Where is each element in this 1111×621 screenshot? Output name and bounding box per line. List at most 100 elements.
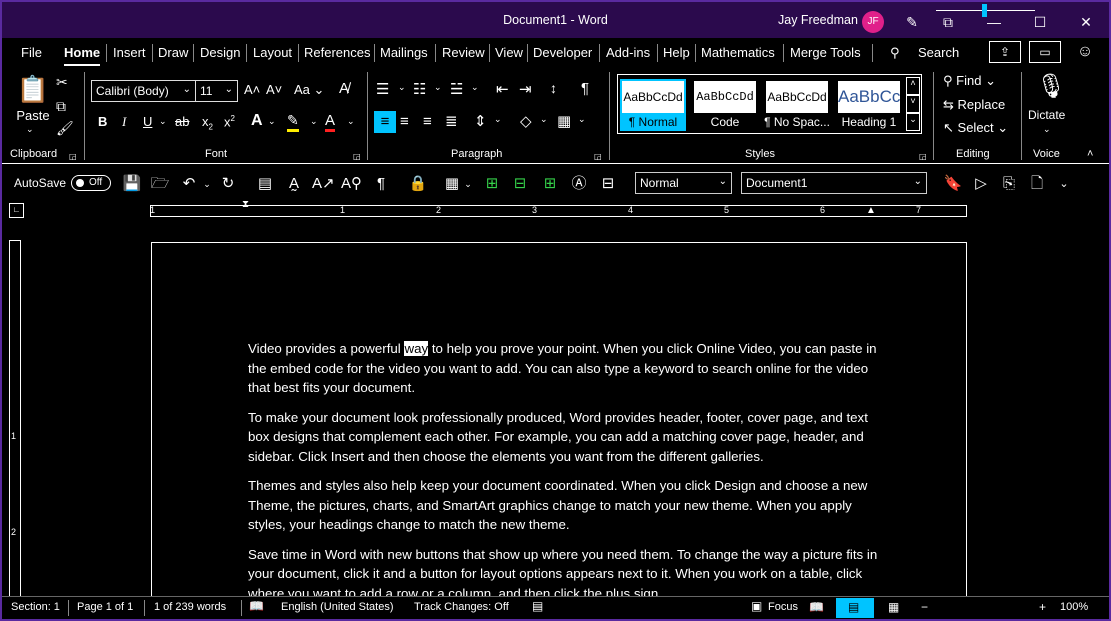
italic-icon[interactable]: I <box>122 114 126 130</box>
superscript-icon[interactable]: x2 <box>224 114 235 129</box>
sort-icon[interactable]: ↕ <box>550 80 557 96</box>
zoom-level[interactable]: 100% <box>1060 601 1088 613</box>
document-body[interactable]: Video provides a powerful way to help yo… <box>248 339 878 598</box>
smiley-feedback-icon[interactable]: ☺ <box>1074 41 1096 63</box>
multilevel-list-icon[interactable]: ☱ <box>450 80 463 98</box>
chevron-down-icon[interactable]: ⌄ <box>494 114 502 125</box>
grow-font-icon[interactable]: A˄ <box>244 82 260 97</box>
font-color-icon[interactable]: A <box>325 112 336 132</box>
document-properties-icon[interactable]: ▤ <box>255 174 275 194</box>
horizontal-ruler[interactable]: 1 1 2 3 4 5 6 7 ⧗ ▲ <box>150 199 967 217</box>
insert-row-icon[interactable]: ⊞ <box>482 174 502 194</box>
focus-button[interactable]: Focus <box>768 601 798 613</box>
zoom-in-button[interactable]: + <box>1039 600 1046 614</box>
chevron-down-icon[interactable]: ⌄ <box>434 82 442 93</box>
chevron-down-icon[interactable]: ⌄ <box>310 116 318 127</box>
customize-toolbar-icon[interactable]: ⌄ <box>1054 174 1074 194</box>
zoom-slider-thumb[interactable] <box>982 4 987 17</box>
collapse-ribbon-icon[interactable]: ˄ <box>1087 148 1093 160</box>
open-folder-icon[interactable]: 🗁 <box>150 174 170 194</box>
paragraph[interactable]: To make your document look professionall… <box>248 408 878 467</box>
align-left-icon[interactable]: ≡ <box>374 111 396 133</box>
zoom-out-button[interactable]: − <box>921 600 928 614</box>
paragraph[interactable]: Save time in Word with new buttons that … <box>248 545 878 599</box>
tab-help[interactable]: Help <box>663 45 690 60</box>
tab-mailings[interactable]: Mailings <box>380 45 428 60</box>
pen-icon[interactable]: ✎ <box>900 10 924 34</box>
comments-icon[interactable]: ▭ <box>1029 41 1061 63</box>
search-icon[interactable]: ⚲ <box>890 45 900 61</box>
undo-icon[interactable]: ↶ <box>179 174 199 194</box>
text-effects-icon[interactable]: A <box>251 112 263 130</box>
styles-scroll-up-icon[interactable]: ˄ <box>906 77 920 95</box>
right-indent-marker-icon[interactable]: ▲ <box>866 205 876 216</box>
page-indicator[interactable]: Page 1 of 1 <box>77 601 133 613</box>
dictate-button[interactable]: Dictate <box>1028 108 1065 122</box>
restore-display-icon[interactable]: ⧉ <box>936 10 960 34</box>
bold-icon[interactable]: B <box>98 114 107 129</box>
tab-selector-icon[interactable]: ∟ <box>9 203 24 218</box>
dialog-launcher-icon[interactable]: ◲ <box>919 152 927 161</box>
split-table-icon[interactable]: ⊟ <box>598 174 618 194</box>
paragraph-marks-icon[interactable]: ¶ <box>371 174 391 194</box>
style-normal[interactable]: AaBbCcDd ¶ Normal <box>620 79 686 131</box>
tab-references[interactable]: References <box>304 45 370 60</box>
chevron-down-icon[interactable]: ⌄ <box>398 82 406 93</box>
lock-icon[interactable]: 🔒 <box>408 174 428 194</box>
paragraph[interactable]: Themes and styles also help keep your do… <box>248 476 878 535</box>
find-button[interactable]: ⚲ Find ⌄ <box>943 73 996 89</box>
paragraph[interactable]: Video provides a powerful way to help yo… <box>248 339 878 398</box>
tab-mathematics[interactable]: Mathematics <box>701 45 775 60</box>
style-code[interactable]: AaBbCcDd Code <box>692 79 758 131</box>
justify-icon[interactable]: ≣ <box>445 111 458 133</box>
chevron-down-icon[interactable]: ⌄ <box>458 174 478 194</box>
chevron-down-icon[interactable]: ⌄ <box>268 116 276 127</box>
dialog-launcher-icon[interactable]: ◲ <box>353 152 361 161</box>
section-indicator[interactable]: Section: 1 <box>11 601 60 613</box>
read-mode-button[interactable]: 📖 <box>798 598 836 618</box>
clear-formatting-icon[interactable]: A̸ <box>339 80 349 97</box>
merge-cells-icon[interactable]: ⊞ <box>540 174 560 194</box>
autosave-toggle[interactable]: Off <box>71 175 111 191</box>
spelling-icon[interactable]: A̰ <box>284 174 304 194</box>
underline-icon[interactable]: U <box>143 114 152 129</box>
show-formatting-marks-icon[interactable]: ¶ <box>581 80 589 97</box>
tab-review[interactable]: Review <box>442 45 485 60</box>
tab-developer[interactable]: Developer <box>533 45 592 60</box>
align-center-icon[interactable]: ≡ <box>400 111 409 133</box>
borders-icon[interactable]: ▦ <box>557 111 571 133</box>
copy-icon[interactable]: ⧉ <box>56 98 66 115</box>
word-count[interactable]: 1 of 239 words <box>154 601 226 613</box>
focus-icon[interactable]: ▣ <box>751 599 762 613</box>
select-button[interactable]: ↖ Select ⌄ <box>943 120 1008 136</box>
cut-icon[interactable]: ✂ <box>56 74 68 91</box>
track-changes-indicator[interactable]: Track Changes: Off <box>414 601 509 613</box>
tab-add-ins[interactable]: Add-ins <box>606 45 650 60</box>
tab-merge-tools[interactable]: Merge Tools <box>790 45 861 60</box>
font-size-select[interactable]: 11 ⌄ <box>195 80 238 102</box>
chevron-down-icon[interactable]: ⌄ <box>197 174 217 194</box>
web-layout-button[interactable]: ▦ <box>876 598 914 618</box>
microphone-icon[interactable]: 🎙 <box>1036 72 1066 101</box>
align-right-icon[interactable]: ≡ <box>423 111 432 133</box>
subscript-icon[interactable]: x2 <box>202 114 213 132</box>
dialog-launcher-icon[interactable]: ◲ <box>69 152 77 161</box>
proofing-book-icon[interactable]: 📖 <box>249 599 264 613</box>
style-no-spacing[interactable]: AaBbCcDd ¶ No Spac... <box>764 79 830 131</box>
numbering-icon[interactable]: ☷ <box>413 80 426 98</box>
styles-more-icon[interactable]: ⌄ <box>906 113 920 131</box>
language-indicator[interactable]: English (United States) <box>281 601 394 613</box>
close-icon[interactable]: ✕ <box>1074 10 1098 34</box>
chevron-down-icon[interactable]: ⌄ <box>471 82 479 93</box>
new-document-icon[interactable]: 🗋 <box>1027 174 1047 194</box>
indent-marker-icon[interactable]: ⧗ <box>242 199 249 210</box>
highlight-color-icon[interactable]: ✎ <box>287 112 299 132</box>
bookmark-icon[interactable]: 🔖 <box>943 174 963 194</box>
delete-row-icon[interactable]: ⊟ <box>510 174 530 194</box>
strikethrough-icon[interactable]: ab <box>175 114 189 129</box>
comment-next-icon[interactable]: ▷ <box>971 174 991 194</box>
line-spacing-icon[interactable]: ⇕ <box>474 111 487 133</box>
chevron-down-icon[interactable]: ⌄ <box>540 114 548 125</box>
shading-icon[interactable]: ◇ <box>520 111 532 133</box>
tab-insert[interactable]: Insert <box>113 45 146 60</box>
